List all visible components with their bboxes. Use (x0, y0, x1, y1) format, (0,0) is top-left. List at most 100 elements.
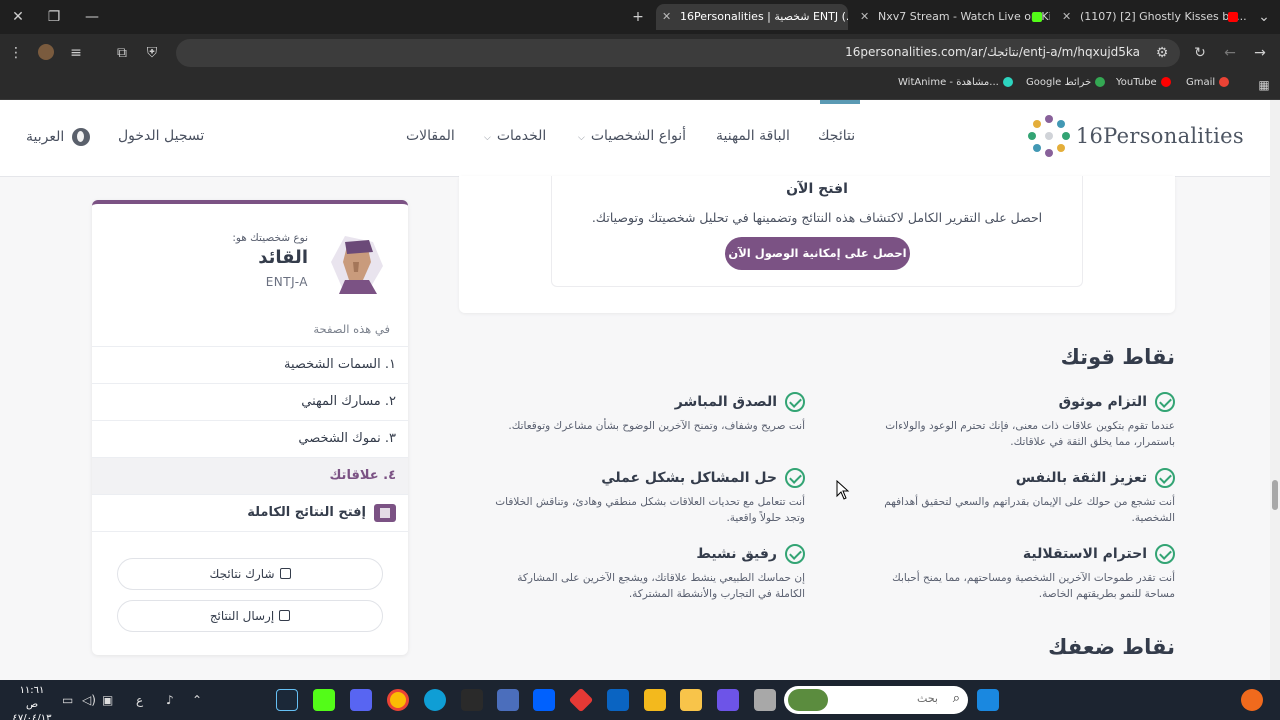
close-window-icon[interactable]: ✕ (8, 9, 28, 25)
toc-item-relationships[interactable]: ٤. علاقاتك (92, 457, 408, 494)
site-logo[interactable]: 16Personalities (1027, 115, 1244, 157)
nav-personality-types[interactable]: ⌵ أنواع الشخصيات (578, 128, 686, 144)
tab-title: (1107) [2] Ghostly Kisses bu... (1080, 10, 1246, 23)
tab-16personalities[interactable]: ✕ 16Personalities | شخصية ENTJ (... (656, 4, 848, 30)
bookmark-gmail[interactable]: Gmail (1186, 77, 1230, 88)
tab-title: Nxv7 Stream - Watch Live on Ki... (878, 10, 1050, 23)
page-scrollbar[interactable] (1270, 100, 1280, 680)
unlock-icon (374, 504, 396, 522)
url-text: 16personalities.com/ar/نتائجك/entj-a/m/h… (845, 45, 1140, 59)
search-highlight-icon (788, 689, 828, 711)
toc-title: في هذه الصفحة (313, 322, 390, 336)
get-access-button[interactable]: احصل على إمكانية الوصول الآن (725, 237, 910, 270)
type-code: ENTJ-A (265, 275, 308, 289)
restore-window-icon[interactable]: ❐ (44, 9, 64, 25)
steam-icon[interactable] (276, 689, 298, 711)
scrollbar-thumb[interactable] (1272, 480, 1278, 510)
youtube-icon (1228, 12, 1238, 22)
url-field[interactable]: 16personalities.com/ar/نتائجك/entj-a/m/h… (176, 39, 1180, 67)
unlock-title: افتح الآن (786, 181, 848, 197)
close-tab-icon[interactable]: ✕ (662, 4, 671, 30)
unlock-card: افتح الآن احصل على التقرير الكامل لاكتشا… (459, 176, 1175, 313)
file-explorer-icon[interactable] (680, 689, 702, 711)
mouse-cursor-icon (836, 480, 850, 500)
copilot-icon[interactable] (717, 689, 739, 711)
battery-icon[interactable]: ▭ (62, 693, 73, 707)
system-clock[interactable]: ١١:٦١ ص ٤٧/٠٤/١٣ (12, 684, 52, 720)
close-tab-icon[interactable]: ✕ (860, 4, 869, 30)
send-results-button[interactable]: إرسال النتائج (117, 600, 383, 632)
type-name: القائد (258, 247, 308, 268)
strength-item: رفيق نشيط إن حماسك الطبيعي ينشط علاقاتك،… (517, 544, 805, 600)
check-circle-icon (785, 468, 805, 488)
type-label: نوع شخصيتك هو: (232, 232, 308, 244)
mail-icon (279, 610, 291, 621)
dropbox-icon[interactable] (533, 689, 555, 711)
reload-icon[interactable]: ↻ (1190, 45, 1210, 61)
epic-games-icon[interactable] (461, 689, 483, 711)
taskview-icon[interactable] (754, 689, 776, 711)
close-tab-icon[interactable]: ✕ (1062, 4, 1071, 30)
volume-icon[interactable]: ◁) (82, 693, 96, 707)
toc-item-traits[interactable]: ١. السمات الشخصية (92, 346, 408, 383)
site-settings-icon[interactable]: ⚙ (1152, 45, 1172, 61)
share-results-button[interactable]: شارك نتائجك (117, 558, 383, 590)
browser-tab-bar: ✕ ❐ — + ✕ 16Personalities | شخصية ENTJ (… (0, 0, 1280, 34)
unlock-full-results-link[interactable]: إفتح النتائج الكاملة (92, 494, 408, 531)
minimize-window-icon[interactable]: — (82, 9, 102, 25)
menu-icon[interactable]: ⋮ (6, 45, 26, 61)
outlook-icon[interactable] (607, 689, 629, 711)
nav-career-pack[interactable]: الباقة المهنية (716, 128, 790, 144)
witanime-icon (1002, 77, 1013, 87)
profile-avatar[interactable] (38, 44, 54, 60)
toc-item-growth[interactable]: ٣. نموك الشخصي (92, 420, 408, 457)
discord-icon[interactable] (350, 689, 372, 711)
language-selector[interactable]: العربية (26, 128, 91, 146)
windows-start-icon[interactable] (977, 689, 999, 711)
login-link[interactable]: تسجيل الدخول (118, 128, 204, 144)
bookmark-witanime[interactable]: WitAnime - مشاهدة... (898, 77, 1013, 88)
keyboard-language-icon[interactable]: ع (136, 693, 143, 707)
strength-item: التزام موثوق عندما تقوم بتكوين علاقات ذا… (885, 392, 1175, 448)
strength-item: احترام الاستقلالية أنت تقدر طموحات الآخر… (892, 544, 1175, 600)
extensions-icon[interactable]: ⧉ (112, 45, 132, 61)
taskbar-search[interactable]: بحث ⌕ (784, 686, 968, 714)
chrome-icon[interactable] (387, 689, 409, 711)
network-icon[interactable]: ▣ (102, 693, 113, 707)
microphone-icon[interactable]: ♪ (166, 693, 174, 707)
chevron-down-icon: ⌵ (578, 133, 585, 143)
app-icon[interactable] (497, 689, 519, 711)
globe-icon (72, 128, 91, 146)
all-bookmarks-icon[interactable]: ▦ (1254, 77, 1274, 93)
tab-youtube[interactable]: ✕ (1107) [2] Ghostly Kisses bu... (1056, 4, 1246, 30)
chevron-down-icon: ⌵ (484, 133, 491, 143)
share-icon (279, 568, 291, 579)
kick-icon (1032, 12, 1042, 22)
notification-icon[interactable] (1241, 689, 1263, 711)
playlist-icon[interactable]: ≡ (66, 45, 86, 61)
language-label: العربية (26, 129, 65, 145)
edge-icon[interactable] (424, 689, 446, 711)
strength-item: حل المشاكل بشكل عملي أنت تتعامل مع تحديا… (495, 468, 805, 524)
new-tab-icon[interactable]: + (628, 9, 648, 25)
tab-search-icon[interactable]: ⌄ (1254, 9, 1274, 25)
site-header: 16Personalities نتائجك الباقة المهنية ⌵ أ… (0, 100, 1270, 177)
tab-kick-stream[interactable]: ✕ Nxv7 Stream - Watch Live on Ki... (854, 4, 1050, 30)
check-circle-icon (1155, 392, 1175, 412)
forward-icon[interactable]: ← (1220, 45, 1240, 61)
divider (92, 531, 408, 532)
bookmark-google-maps[interactable]: Google خرائط (1026, 77, 1106, 88)
search-icon: ⌕ (952, 691, 960, 706)
unlock-box: افتح الآن احصل على التقرير الكامل لاكتشا… (551, 176, 1083, 287)
back-icon[interactable]: → (1250, 45, 1270, 61)
nav-active-indicator (820, 100, 860, 104)
show-hidden-icons[interactable]: ⌃ (192, 693, 202, 707)
toc-item-career[interactable]: ٢. مسارك المهني (92, 383, 408, 420)
shield-icon[interactable]: ⛨ (142, 45, 162, 61)
nav-articles[interactable]: المقالات (406, 128, 455, 144)
nav-results[interactable]: نتائجك (818, 128, 855, 144)
store-icon[interactable] (644, 689, 666, 711)
bookmark-youtube[interactable]: YouTube (1116, 77, 1171, 88)
kick-app-icon[interactable] (313, 689, 335, 711)
nav-services[interactable]: ⌵ الخدمات (484, 128, 546, 144)
